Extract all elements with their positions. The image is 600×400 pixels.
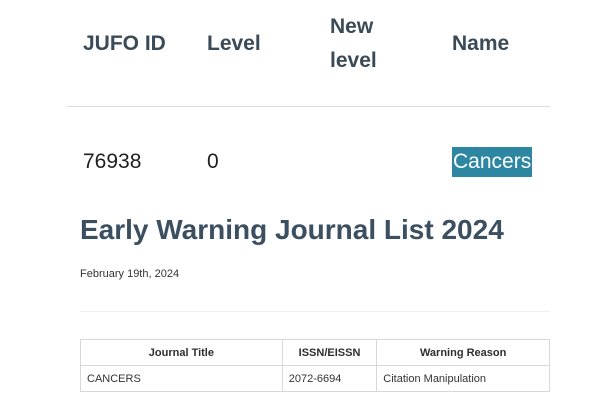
journal-name-highlighted[interactable]: Cancers bbox=[452, 147, 533, 177]
cell-journal-title: CANCERS bbox=[80, 365, 283, 392]
warning-table: Journal Title ISSN/EISSN Warning Reason … bbox=[80, 339, 550, 392]
header-new-level-line2: level bbox=[330, 49, 377, 72]
article-title: Early Warning Journal List 2024 bbox=[80, 214, 504, 245]
header-jufo-id: JUFO ID bbox=[83, 32, 166, 55]
column-header-issn: ISSN/EISSN bbox=[281, 339, 378, 366]
jufo-id-value: 76938 bbox=[83, 150, 142, 173]
article-date: February 19th, 2024 bbox=[80, 268, 180, 280]
header-level: Level bbox=[207, 32, 261, 55]
jufo-header-divider bbox=[67, 106, 550, 107]
column-header-warning-reason: Warning Reason bbox=[376, 339, 550, 366]
page: JUFO ID Level New level Name 76938 0 Can… bbox=[0, 0, 600, 400]
cell-issn: 2072-6694 bbox=[281, 365, 378, 392]
warning-table-container: Journal Title ISSN/EISSN Warning Reason … bbox=[80, 339, 550, 400]
column-header-journal-title: Journal Title bbox=[80, 339, 283, 366]
warning-table-header-row: Journal Title ISSN/EISSN Warning Reason bbox=[80, 339, 550, 366]
table-row: CANCERS 2072-6694 Citation Manipulation bbox=[80, 365, 550, 392]
level-value: 0 bbox=[207, 150, 219, 173]
article-divider bbox=[80, 311, 550, 312]
cell-warning-reason: Citation Manipulation bbox=[376, 365, 550, 392]
header-name: Name bbox=[452, 32, 510, 55]
jufo-table-header: JUFO ID Level New level Name bbox=[0, 0, 600, 108]
header-new-level-line1: New bbox=[330, 15, 374, 38]
